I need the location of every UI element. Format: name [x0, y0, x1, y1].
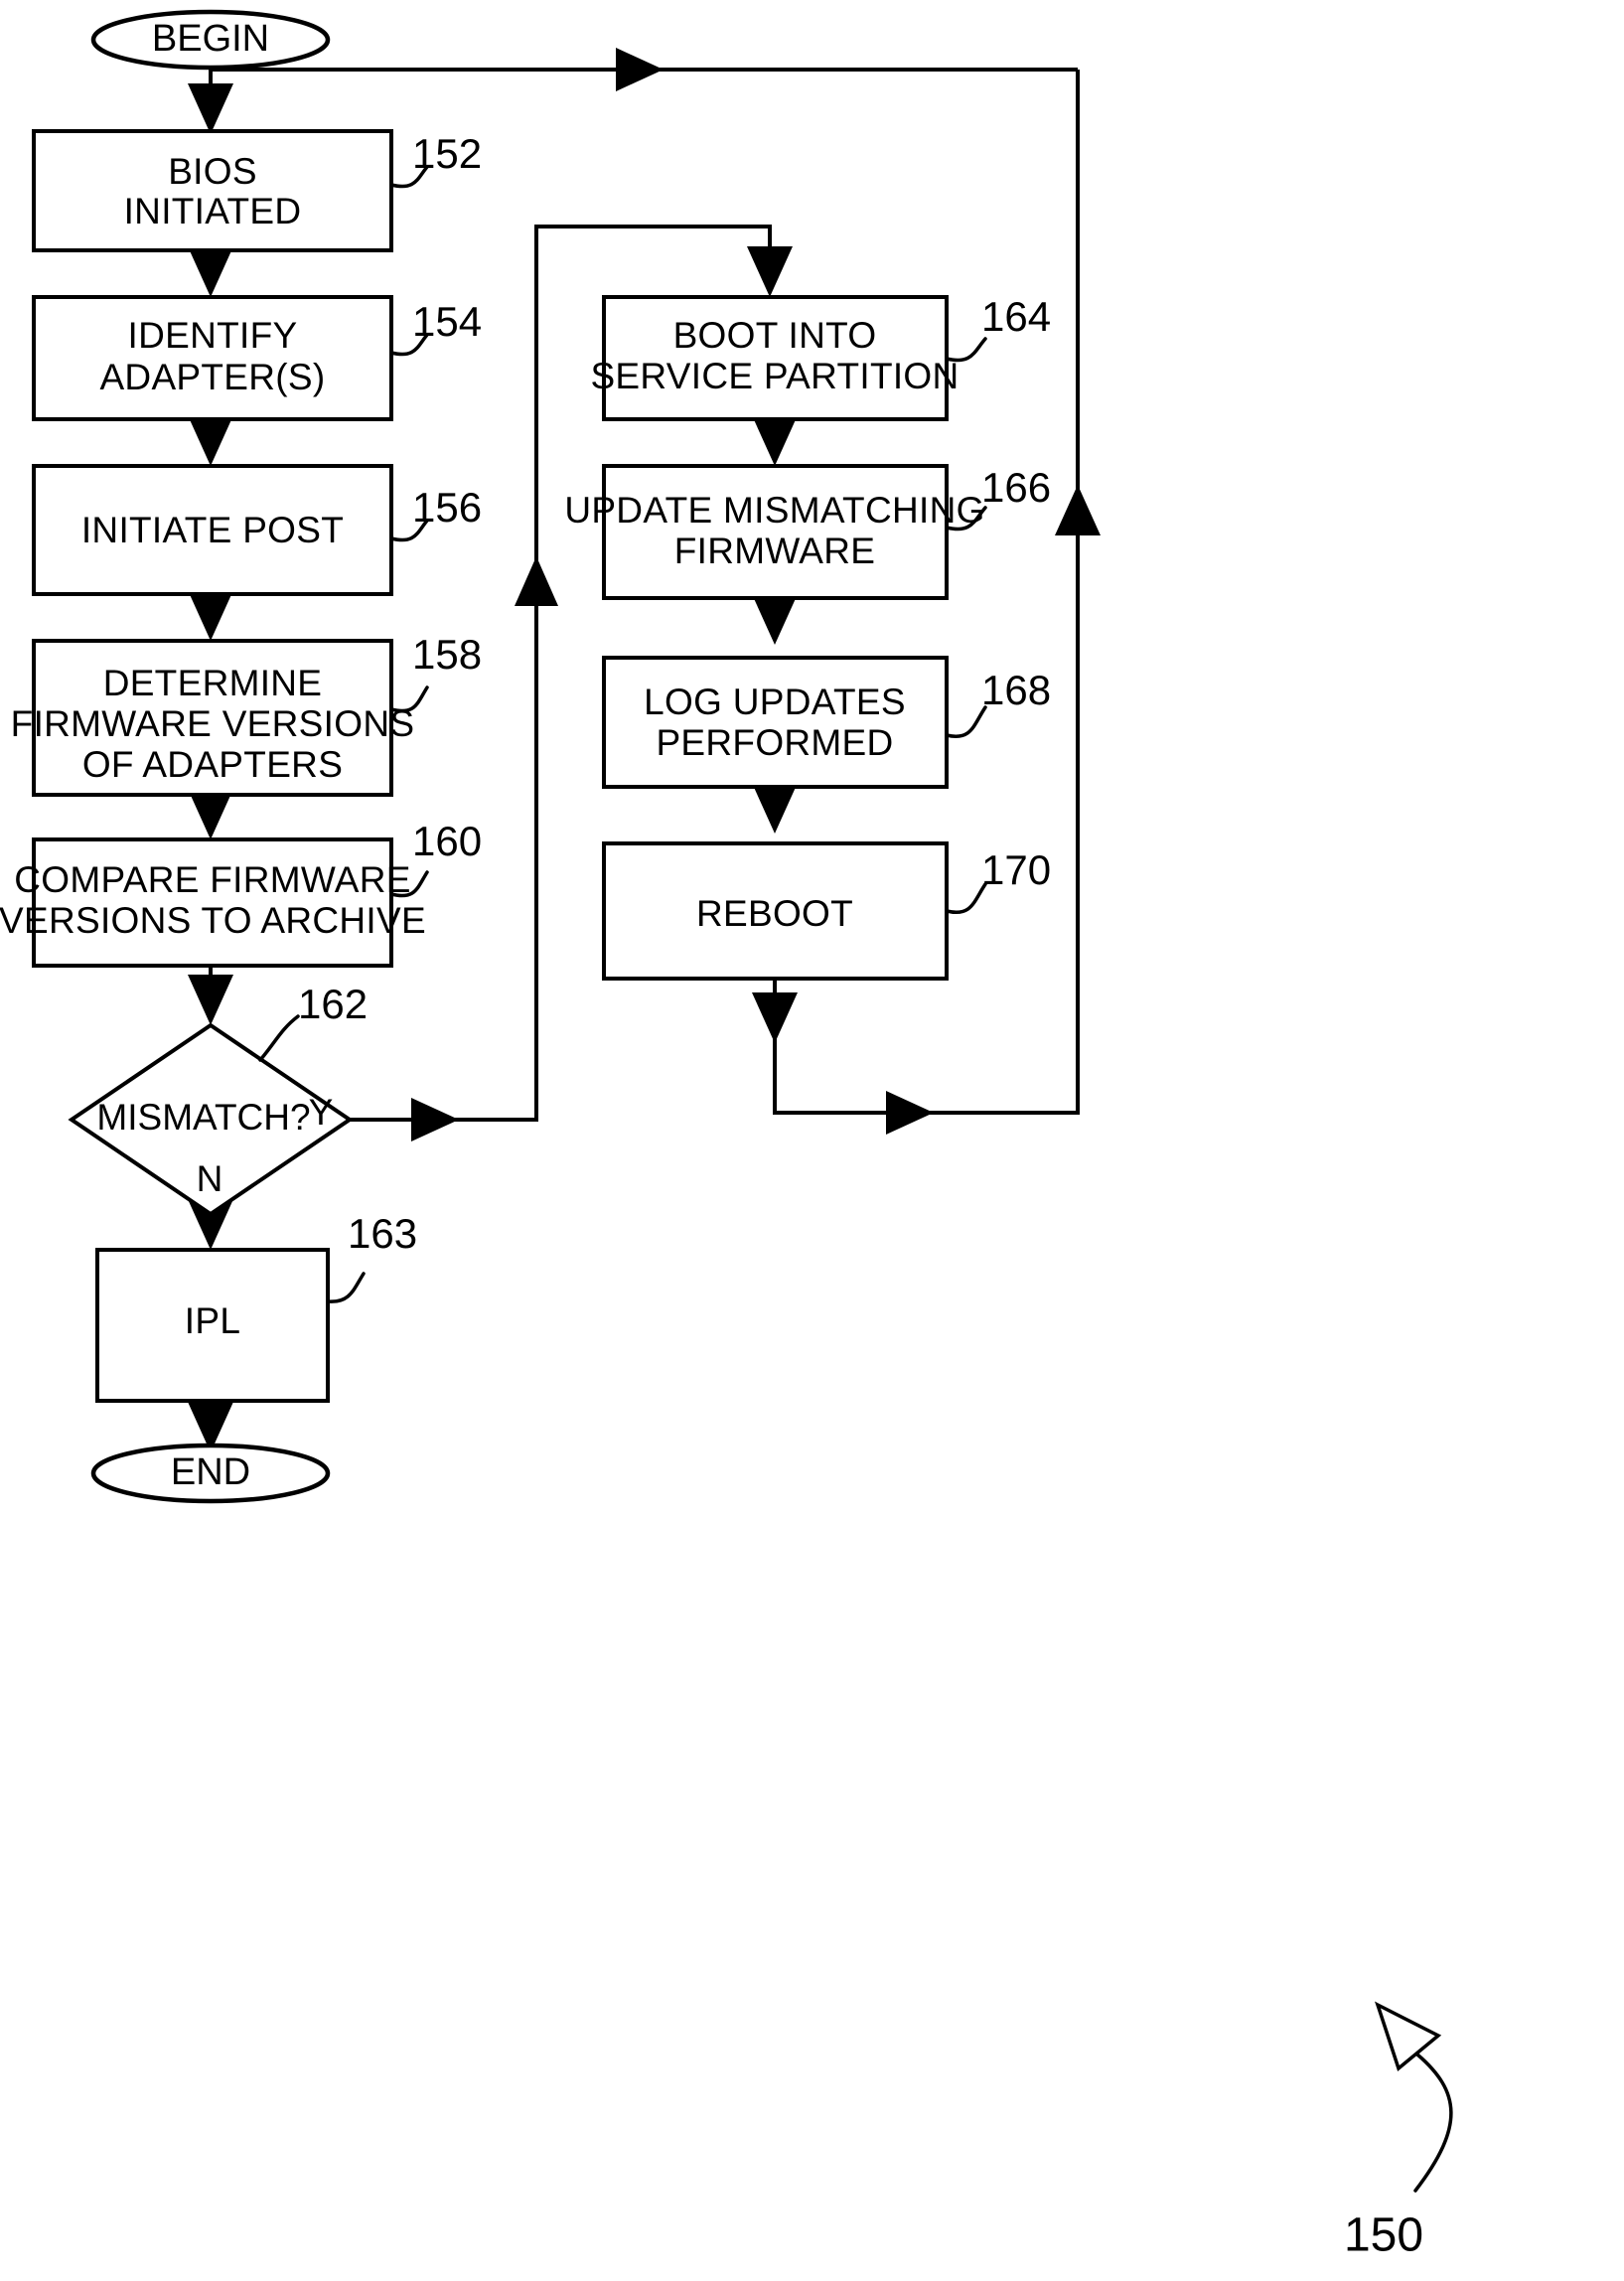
flowchart-svg: BEGIN BIOS INITIATED 152 IDENTIFY ADAPTE… — [0, 9, 1453, 2262]
process-box-168: LOG UPDATES PERFORMED 168 — [602, 656, 1051, 789]
process-box-154: IDENTIFY ADAPTER(S) 154 — [32, 295, 482, 421]
process-box-166: UPDATE MISMATCHING FIRMWARE 166 — [564, 464, 1051, 600]
process-box-156: INITIATE POST 156 — [32, 464, 482, 596]
process-154-line-1: IDENTIFY — [128, 315, 298, 356]
terminator-end: END — [90, 1443, 331, 1504]
connector-154-to-156 — [188, 415, 233, 466]
ref-number-156: 156 — [412, 484, 482, 531]
process-164-line-2: SERVICE PARTITION — [590, 356, 959, 396]
process-164-line-1: BOOT INTO — [673, 315, 877, 356]
process-158-line-1: DETERMINE — [103, 663, 323, 703]
ref-number-170: 170 — [981, 846, 1051, 893]
connector-reboot-to-begin — [211, 48, 1078, 91]
ref-number-163: 163 — [348, 1210, 417, 1257]
ref-number-168: 168 — [981, 667, 1051, 713]
process-158-line-2: FIRMWARE VERSIONS — [11, 703, 415, 744]
ref-number-164: 164 — [981, 293, 1051, 340]
ref-number-154: 154 — [412, 298, 482, 345]
ref-number-166: 166 — [981, 464, 1051, 511]
terminator-end-label: END — [171, 1451, 250, 1493]
process-box-163: IPL 163 — [95, 1210, 417, 1403]
connector-166-to-168 — [752, 594, 798, 645]
process-158-line-3: OF ADAPTERS — [82, 744, 343, 785]
ref-number-152: 152 — [412, 130, 482, 177]
process-box-152: BIOS INITIATED 152 — [32, 129, 482, 252]
process-170-line-1: REBOOT — [696, 893, 853, 934]
connector-168-to-170 — [752, 783, 798, 834]
process-160-line-2: VERSIONS TO ARCHIVE — [0, 900, 426, 941]
terminator-begin-label: BEGIN — [152, 18, 269, 60]
decision-diamond-162: MISMATCH? Y N 162 — [68, 981, 368, 1217]
figure-canvas: BEGIN BIOS INITIATED 152 IDENTIFY ADAPTE… — [0, 0, 1624, 2281]
terminator-begin: BEGIN — [90, 9, 331, 71]
process-box-158: DETERMINE FIRMWARE VERSIONS OF ADAPTERS … — [11, 631, 482, 797]
process-154-line-2: ADAPTER(S) — [99, 357, 325, 397]
decision-question-label: MISMATCH? — [96, 1097, 310, 1138]
ref-number-160: 160 — [412, 818, 482, 864]
connector-164-to-166 — [752, 415, 798, 466]
process-box-164: BOOT INTO SERVICE PARTITION 164 — [590, 293, 1051, 421]
figure-number: 150 — [1344, 2209, 1423, 2262]
process-156-line-1: INITIATE POST — [81, 510, 344, 550]
process-152-line-1: BIOS — [168, 151, 257, 192]
connector-160-to-162 — [188, 966, 233, 1025]
process-168-line-1: LOG UPDATES — [644, 682, 906, 722]
process-152-line-2: INITIATED — [124, 191, 302, 231]
process-168-line-2: PERFORMED — [656, 722, 893, 763]
decision-yes-label: Y — [309, 1092, 334, 1133]
process-160-line-1: COMPARE FIRMWARE — [14, 859, 410, 900]
process-166-line-2: FIRMWARE — [674, 531, 875, 571]
ref-number-158: 158 — [412, 631, 482, 678]
figure-pointer: 150 — [1344, 2001, 1453, 2262]
connector-156-to-158 — [188, 590, 233, 641]
ref-number-162: 162 — [298, 981, 368, 1027]
process-166-line-1: UPDATE MISMATCHING — [564, 490, 984, 531]
process-box-160: COMPARE FIRMWARE VERSIONS TO ARCHIVE 160 — [0, 818, 482, 968]
process-163-line-1: IPL — [185, 1300, 240, 1341]
connector-152-to-154 — [188, 246, 233, 297]
process-box-170: REBOOT 170 — [602, 841, 1051, 981]
decision-no-label: N — [197, 1158, 223, 1199]
